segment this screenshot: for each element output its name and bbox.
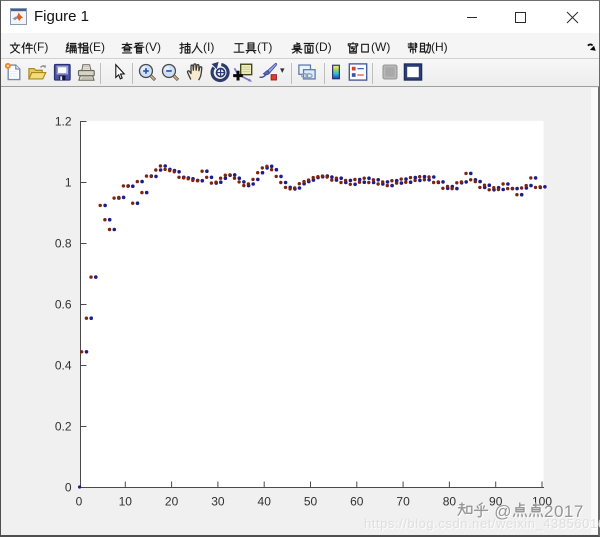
svg-text:1: 1 <box>65 176 72 190</box>
svg-text:40: 40 <box>258 495 272 509</box>
svg-text:80: 80 <box>443 495 457 509</box>
svg-text:30: 30 <box>211 495 225 509</box>
svg-text:0.4: 0.4 <box>55 359 72 373</box>
svg-text:0.8: 0.8 <box>55 237 72 251</box>
svg-text:0.6: 0.6 <box>55 298 72 312</box>
svg-text:0: 0 <box>76 495 83 509</box>
svg-text:0: 0 <box>65 481 72 495</box>
svg-text:70: 70 <box>396 495 410 509</box>
svg-text:10: 10 <box>119 495 133 509</box>
svg-text:50: 50 <box>304 495 318 509</box>
svg-text:0.2: 0.2 <box>55 420 72 434</box>
svg-text:20: 20 <box>165 495 179 509</box>
svg-text:1.2: 1.2 <box>55 115 72 129</box>
svg-text:60: 60 <box>350 495 364 509</box>
